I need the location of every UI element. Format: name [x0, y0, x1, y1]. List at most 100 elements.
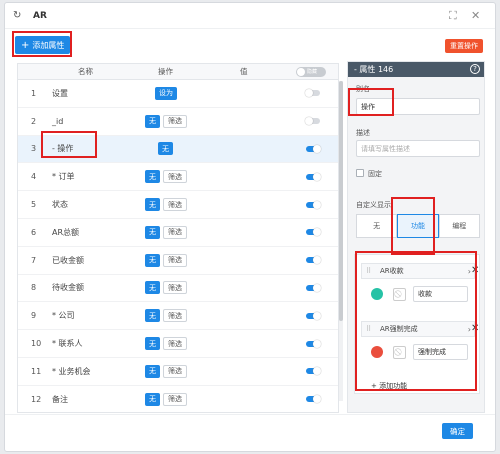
function-body: ⃠ 收款 — [361, 279, 475, 309]
row-name: _id — [52, 116, 64, 126]
header-name: 名称 — [78, 67, 93, 76]
alias-input[interactable]: 操作 — [356, 98, 480, 115]
row-operations: 无筛选 — [145, 170, 187, 184]
operation-type-tag[interactable]: 无 — [145, 170, 160, 184]
filter-tag[interactable]: 筛选 — [163, 337, 187, 351]
filter-tag[interactable]: 筛选 — [163, 281, 187, 295]
table-row[interactable]: 2 _id 无筛选 — [18, 108, 338, 136]
row-operations: 无筛选 — [145, 253, 187, 267]
row-name: 设置 — [52, 88, 68, 98]
display-option-code[interactable]: 编程 — [438, 214, 480, 238]
row-index: 6 — [31, 227, 37, 237]
function-header[interactable]: ⠿ AR收款 › — [361, 263, 475, 279]
visibility-toggle[interactable] — [306, 200, 321, 209]
filter-tag[interactable]: 筛选 — [163, 225, 187, 239]
row-index: 4 — [31, 172, 37, 182]
panel-header: - 属性 146 ? — [348, 62, 484, 77]
color-swatch[interactable] — [371, 288, 383, 300]
operation-type-tag[interactable]: 无 — [145, 253, 160, 267]
operation-type-tag[interactable]: 无 — [145, 364, 160, 378]
drag-handle-icon[interactable]: ⠿ — [366, 325, 371, 333]
operation-type-tag[interactable]: 无 — [145, 309, 160, 323]
operation-type-tag[interactable]: 无 — [145, 225, 160, 239]
visibility-toggle[interactable] — [306, 283, 321, 292]
table-row[interactable]: 11 * 业务机会 无筛选 — [18, 358, 338, 386]
close-icon[interactable]: ✕ — [471, 9, 480, 22]
table-row[interactable]: 3 - 操作 无 — [18, 135, 338, 164]
visibility-toggle[interactable] — [305, 117, 320, 126]
table-row[interactable]: 1 设置 设为 — [18, 80, 338, 108]
remove-function-icon[interactable]: ✕ — [471, 323, 479, 334]
table-row[interactable]: 12 备注 无筛选 — [18, 386, 338, 412]
filter-tag[interactable]: 筛选 — [163, 309, 187, 323]
help-icon[interactable]: ? — [470, 64, 480, 74]
refresh-icon[interactable]: ↻ — [13, 10, 27, 21]
visibility-toggle[interactable] — [306, 172, 321, 181]
operation-type-tag[interactable]: 无 — [145, 198, 160, 212]
row-operations: 无筛选 — [145, 225, 187, 239]
row-operations: 无筛选 — [145, 281, 187, 295]
ban-icon[interactable]: ⃠ — [393, 345, 406, 359]
add-function-button[interactable]: + 添加功能 — [371, 381, 407, 391]
operation-type-tag[interactable]: 无 — [145, 337, 160, 351]
table-row[interactable]: 10 * 联系人 无筛选 — [18, 330, 338, 358]
operation-type-tag[interactable]: 无 — [158, 142, 173, 156]
table-scrollbar[interactable] — [339, 81, 343, 401]
visibility-toggle[interactable] — [306, 228, 321, 237]
filter-tag[interactable]: 筛选 — [163, 114, 187, 128]
hide-all-toggle[interactable]: 隐藏 — [296, 67, 326, 77]
visibility-toggle[interactable] — [306, 256, 321, 265]
title-bar: ↻ AR ⛶ ✕ — [5, 3, 495, 29]
add-attribute-button[interactable]: + 添加属性 — [15, 36, 71, 54]
display-option-function[interactable]: 功能 — [397, 214, 439, 238]
row-operations: 无筛选 — [145, 198, 187, 212]
row-operations: 无筛选 — [145, 337, 187, 351]
table-row[interactable]: 9 * 公司 无筛选 — [18, 302, 338, 331]
row-index: 2 — [31, 116, 37, 126]
operation-type-tag[interactable]: 设为 — [155, 86, 177, 100]
display-option-none[interactable]: 无 — [356, 214, 398, 238]
visibility-toggle[interactable] — [306, 395, 321, 404]
drag-handle-icon[interactable]: ⠿ — [366, 267, 371, 275]
toggle-knob — [313, 311, 321, 320]
ban-icon[interactable]: ⃠ — [393, 287, 406, 301]
table-row[interactable]: 6 AR总额 无筛选 — [18, 219, 338, 247]
table-row[interactable]: 5 状态 无筛选 — [18, 191, 338, 219]
header-operation: 操作 — [158, 67, 173, 76]
remove-function-icon[interactable]: ✕ — [471, 265, 479, 276]
description-input[interactable]: 请填写属性描述 — [356, 140, 480, 157]
function-label-input[interactable]: 收款 — [413, 286, 468, 302]
row-name: AR总额 — [52, 227, 80, 237]
filter-tag[interactable]: 筛选 — [163, 253, 187, 267]
filter-tag[interactable]: 筛选 — [163, 198, 187, 212]
visibility-toggle[interactable] — [306, 367, 321, 376]
reset-operation-button[interactable]: 重置操作 — [445, 39, 483, 53]
scrollbar-thumb[interactable] — [339, 81, 343, 321]
row-name: 待收金额 — [52, 283, 84, 293]
visibility-toggle[interactable] — [306, 144, 321, 153]
visibility-toggle[interactable] — [306, 339, 321, 348]
visibility-toggle[interactable] — [305, 89, 320, 98]
table-row[interactable]: 7 已收金额 无筛选 — [18, 247, 338, 275]
visibility-toggle[interactable] — [306, 311, 321, 320]
function-label-input[interactable]: 强制完成 — [413, 344, 468, 360]
filter-tag[interactable]: 筛选 — [163, 170, 187, 184]
plus-icon: + — [21, 39, 30, 51]
filter-tag[interactable]: 筛选 — [163, 392, 187, 406]
row-name: * 订单 — [52, 172, 75, 182]
table-row[interactable]: 8 待收金额 无筛选 — [18, 275, 338, 303]
color-swatch[interactable] — [371, 346, 383, 358]
fixed-label: 固定 — [368, 170, 382, 178]
fixed-checkbox[interactable] — [356, 169, 364, 177]
operation-type-tag[interactable]: 无 — [145, 114, 160, 128]
toggle-knob — [313, 172, 321, 181]
confirm-button[interactable]: 确定 — [442, 423, 473, 439]
operation-type-tag[interactable]: 无 — [145, 392, 160, 406]
function-header[interactable]: ⠿ AR强制完成 › — [361, 321, 475, 337]
filter-tag[interactable]: 筛选 — [163, 364, 187, 378]
table-body: 1 设置 设为 2 _id 无筛选 3- 操作无 4 * 订单无筛选 5 状态无筛选 6 AR总额无筛选… — [18, 80, 338, 412]
expand-icon[interactable]: ⛶ — [449, 9, 457, 23]
table-row[interactable]: 4 * 订单 无筛选 — [18, 163, 338, 192]
operation-type-tag[interactable]: 无 — [145, 281, 160, 295]
panel-title: - 属性 146 — [354, 65, 394, 74]
